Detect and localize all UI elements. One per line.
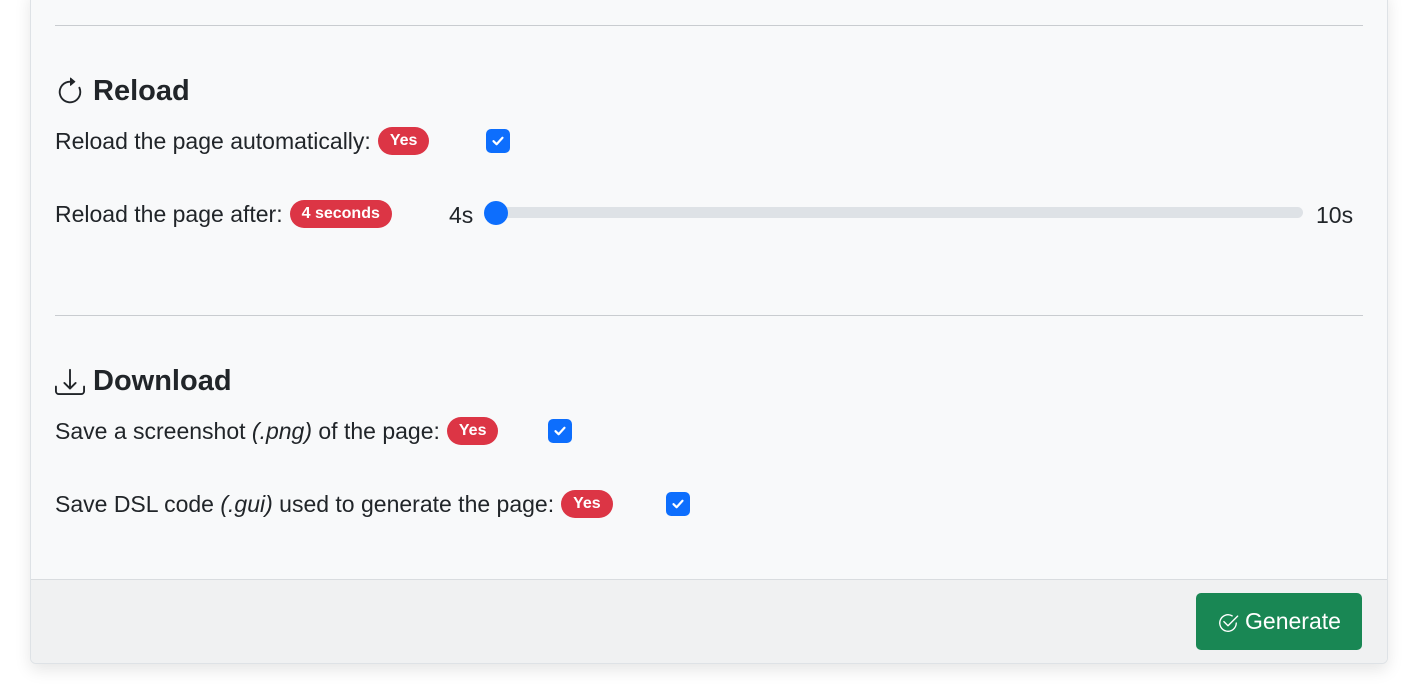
screenshot-row: Save a screenshot (.png) of the page: Ye… xyxy=(55,417,499,445)
arrow-clockwise-icon xyxy=(55,77,85,107)
generate-button[interactable]: Generate xyxy=(1196,593,1362,650)
dsl-badge: Yes xyxy=(561,490,613,518)
download-section-title: Download xyxy=(55,365,232,398)
reload-title-text: Reload xyxy=(93,75,190,107)
download-icon xyxy=(55,367,85,397)
screenshot-label-ext: (.png) xyxy=(251,417,312,444)
card-footer: Generate xyxy=(31,579,1387,663)
reload-auto-row: Reload the page automatically: Yes xyxy=(55,127,430,155)
reload-auto-badge: Yes xyxy=(377,127,430,155)
dsl-label-ext: (.gui) xyxy=(220,490,273,517)
reload-delay-slider-thumb[interactable] xyxy=(484,201,508,225)
dsl-label-pre: Save DSL code xyxy=(55,490,221,517)
check-icon xyxy=(492,136,504,146)
reload-auto-checkbox[interactable] xyxy=(486,129,510,153)
screenshot-label-pre: Save a screenshot xyxy=(55,417,252,444)
range-max-label: 10s xyxy=(1316,202,1354,228)
reload-section-title: Reload xyxy=(55,75,190,108)
check-icon xyxy=(672,499,684,509)
dsl-row: Save DSL code (.gui) used to generate th… xyxy=(55,490,613,518)
check-icon xyxy=(554,426,566,436)
settings-card: Reload Reload the page automatically: Ye… xyxy=(30,0,1388,664)
download-title-text: Download xyxy=(93,365,232,397)
reload-after-label: Reload the page after: xyxy=(55,200,283,227)
check-circle-icon xyxy=(1217,609,1239,634)
reload-delay-slider-track[interactable] xyxy=(485,207,1303,218)
screenshot-checkbox[interactable] xyxy=(548,419,572,443)
screenshot-badge: Yes xyxy=(446,417,499,445)
reload-after-row: Reload the page after: 4 seconds xyxy=(55,200,392,228)
top-divider xyxy=(55,25,1363,26)
range-min-label: 4s xyxy=(449,202,474,228)
dsl-label-post: used to generate the page: xyxy=(272,490,555,517)
dsl-checkbox[interactable] xyxy=(666,492,690,516)
middle-divider xyxy=(55,315,1363,316)
generate-label: Generate xyxy=(1245,608,1341,634)
reload-after-badge: 4 seconds xyxy=(289,200,392,228)
reload-auto-label: Reload the page automatically: xyxy=(55,127,371,154)
screenshot-label-post: of the page: xyxy=(312,417,440,444)
